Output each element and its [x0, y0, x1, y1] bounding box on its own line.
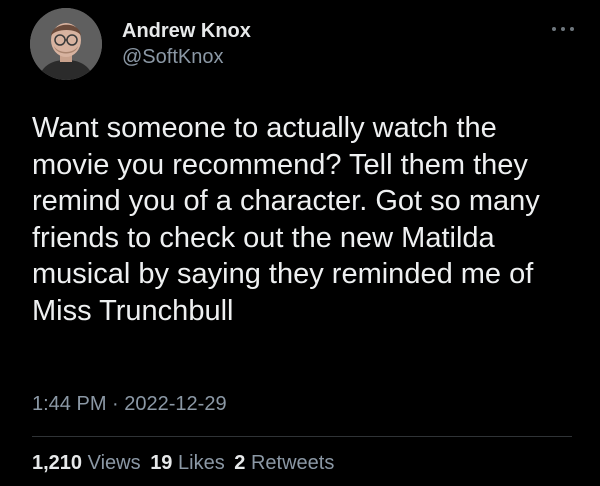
tweet-text-line: friends to check out the new Matilda: [32, 221, 495, 254]
retweets-count: 2: [234, 452, 246, 474]
tweet-text-line: musical by saying they reminded me of: [32, 258, 534, 290]
tweet-text-line: Miss Trunchbull: [32, 294, 234, 327]
tweet-card: Andrew Knox @SoftKnox Want someone to ac…: [0, 0, 600, 486]
tweet-text-line: movie you recommend? Tell them they: [32, 148, 528, 181]
avatar[interactable]: [30, 8, 102, 80]
likes-count: 19: [150, 452, 173, 474]
likes-label: Likes: [178, 452, 225, 474]
tweet-timestamp[interactable]: 1:44 PM · 2022-12-29: [32, 393, 227, 416]
tweet-text: Want someone to actually watch the movie…: [32, 110, 587, 329]
tweet-text-line: remind you of a character. Got so many: [32, 185, 540, 217]
more-dot: [552, 27, 556, 31]
more-dot: [570, 27, 574, 31]
tweet-text-line: Want someone to actually watch the: [32, 112, 497, 144]
retweets-stat[interactable]: 2 Retweets: [234, 452, 334, 474]
likes-stat[interactable]: 19 Likes: [150, 452, 225, 474]
divider: [32, 436, 572, 437]
more-dot: [561, 27, 565, 31]
author-display-name[interactable]: Andrew Knox: [122, 19, 251, 43]
author-block: Andrew Knox @SoftKnox: [122, 19, 251, 69]
tweet-stats: 1,210 Views 19 Likes 2 Retweets: [32, 452, 338, 475]
avatar-image: [30, 8, 102, 80]
views-label: Views: [87, 452, 141, 474]
author-handle[interactable]: @SoftKnox: [122, 45, 251, 69]
views-stat[interactable]: 1,210 Views: [32, 452, 141, 474]
views-count: 1,210: [32, 452, 83, 474]
retweets-label: Retweets: [250, 452, 335, 474]
more-options-icon[interactable]: [552, 24, 574, 34]
